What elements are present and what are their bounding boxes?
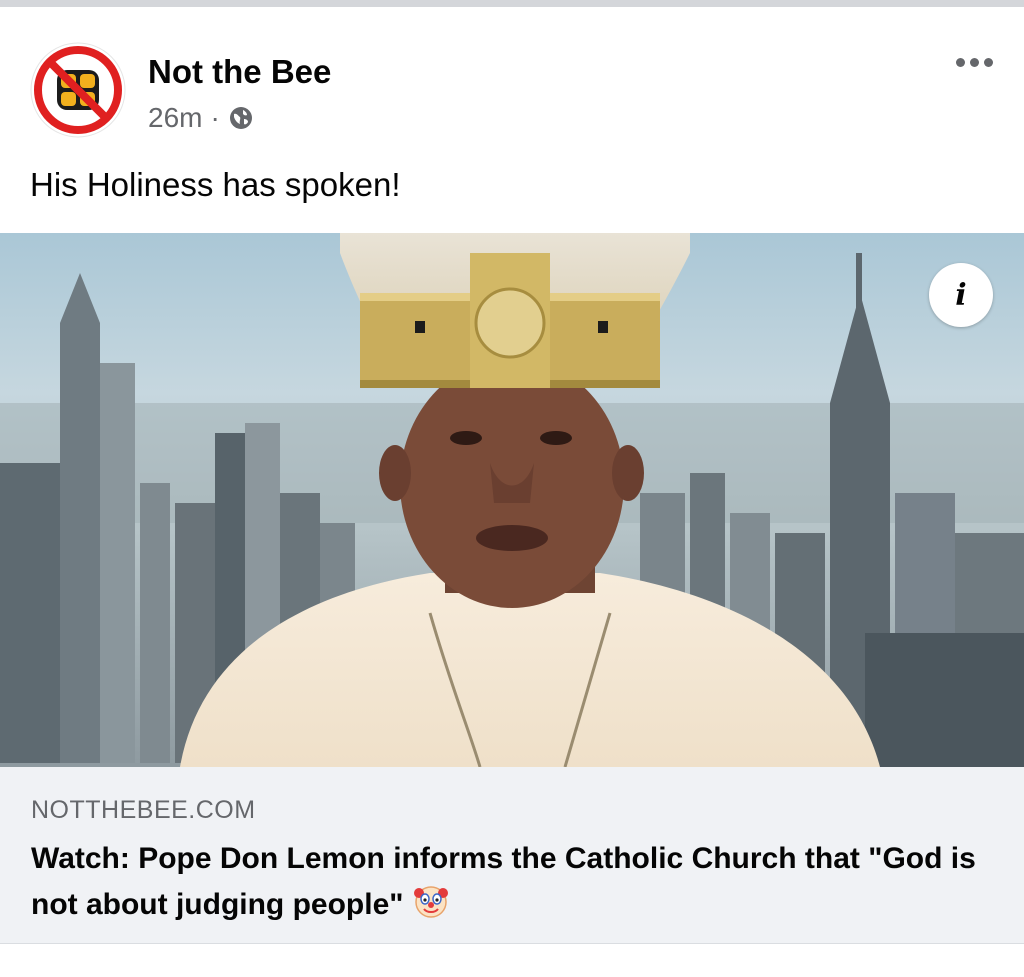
more-horizontal-icon [955, 57, 965, 67]
post-caption: His Holiness has spoken! [30, 166, 401, 203]
link-preview-card[interactable]: NOTTHEBEE.COM Watch: Pope Don Lemon info… [0, 767, 1024, 944]
post-image[interactable] [0, 233, 1024, 767]
more-dot [983, 57, 993, 67]
post-timestamp[interactable]: 26m [148, 102, 202, 134]
page-name[interactable]: Not the Bee [148, 53, 331, 91]
more-options-button[interactable] [948, 42, 1000, 82]
page-avatar[interactable] [30, 42, 126, 138]
meta-separator: · [210, 102, 220, 133]
globe-icon [229, 107, 252, 129]
link-title-text: Watch: Pope Don Lemon informs the Cathol… [31, 842, 976, 921]
post-meta: 26m · [148, 102, 254, 134]
link-title: Watch: Pope Don Lemon informs the Cathol… [31, 836, 1006, 928]
more-dot [969, 57, 979, 67]
feed-divider [0, 0, 1024, 7]
info-button[interactable]: i [929, 263, 993, 327]
link-domain: NOTTHEBEE.COM [31, 796, 256, 824]
clown-face-icon [413, 886, 448, 918]
